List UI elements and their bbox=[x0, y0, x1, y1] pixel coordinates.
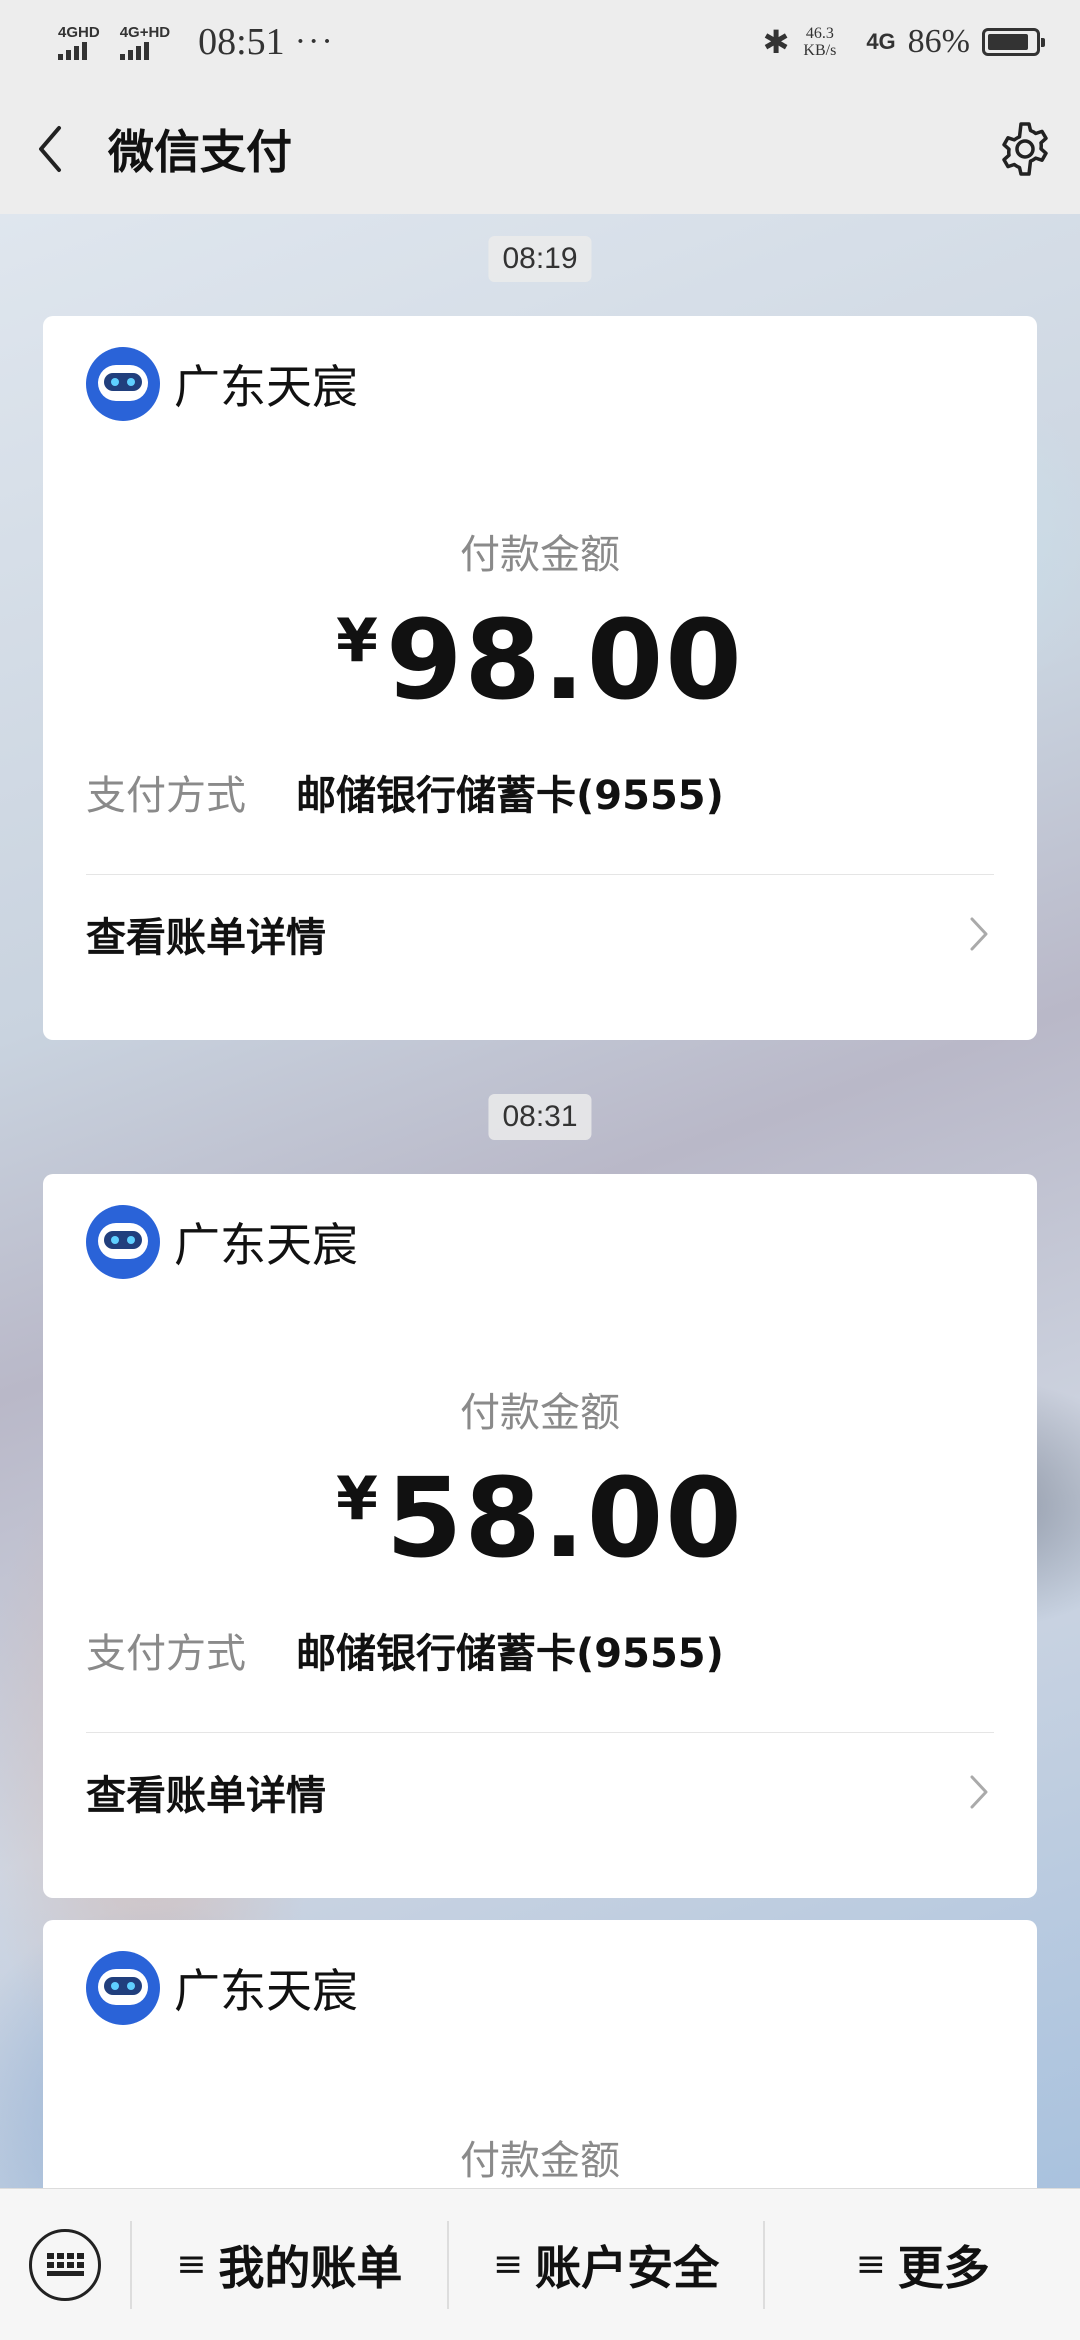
merchant-row: 广东天宸 bbox=[43, 1920, 1037, 2056]
view-bill-details-link[interactable]: 查看账单详情 bbox=[43, 875, 1037, 992]
chevron-left-icon bbox=[39, 126, 61, 172]
amount-label: 付款金额 bbox=[460, 532, 620, 578]
payment-card[interactable]: 广东天宸 付款金额 ¥ 58.00 支付方式 邮储银行储蓄卡(9555) 查看账… bbox=[43, 1174, 1037, 1898]
page-title: 微信支付 bbox=[108, 125, 292, 179]
keyboard-icon bbox=[29, 2228, 101, 2301]
signal-1: 4GHD bbox=[58, 25, 100, 60]
signal-bars-icon bbox=[119, 41, 149, 60]
merchant-row: 广东天宸 bbox=[43, 1174, 1037, 1310]
nav-bar: 微信支付 bbox=[0, 84, 1080, 214]
merchant-name: 广东天宸 bbox=[174, 1218, 358, 1272]
payment-method-value: 邮储银行储蓄卡(9555) bbox=[296, 1631, 724, 1677]
payment-method-row: 支付方式 邮储银行储蓄卡(9555) bbox=[43, 762, 1037, 822]
currency-symbol: ¥ bbox=[336, 1464, 378, 1534]
message-timestamp: 08:31 bbox=[488, 1094, 592, 1140]
amount-value: 98.00 bbox=[385, 596, 744, 724]
battery-icon bbox=[982, 28, 1045, 56]
status-right: ✱ 46.3 KB/s 4G 86% bbox=[762, 23, 1045, 61]
merchant-name: 广东天宸 bbox=[174, 1964, 358, 2018]
keyboard-button[interactable] bbox=[0, 2189, 130, 2340]
menu-list-icon: ≡ bbox=[492, 2244, 524, 2285]
gear-icon bbox=[1002, 122, 1048, 176]
merchant-avatar bbox=[86, 1205, 160, 1279]
menu-label: 我的账单 bbox=[218, 2240, 403, 2295]
merchant-avatar bbox=[86, 347, 160, 421]
menu-more[interactable]: ≡ 更多 bbox=[763, 2220, 1080, 2309]
battery-percent: 86% bbox=[907, 23, 970, 60]
menu-label: 更多 bbox=[897, 2240, 990, 2295]
amount-label: 付款金额 bbox=[460, 1390, 620, 1436]
network-speed-value: 46.3 bbox=[805, 25, 834, 42]
view-bill-details-label: 查看账单详情 bbox=[86, 1772, 326, 1819]
menu-list-icon: ≡ bbox=[855, 2244, 886, 2285]
menu-my-bills[interactable]: ≡ 我的账单 bbox=[130, 2220, 447, 2309]
message-timestamp: 08:19 bbox=[488, 236, 592, 282]
payment-method-row: 支付方式 邮储银行储蓄卡(9555) bbox=[43, 1620, 1037, 1680]
signal-2-label: 4G+HD bbox=[119, 23, 171, 41]
merchant-name: 广东天宸 bbox=[174, 360, 358, 414]
status-left: 4GHD 4G+HD 08:51 ··· bbox=[58, 20, 335, 64]
signal-1-label: 4GHD bbox=[58, 23, 100, 41]
network-speed: 46.3 KB/s bbox=[803, 25, 836, 59]
settings-button[interactable] bbox=[970, 84, 1080, 214]
status-more-dots: ··· bbox=[294, 23, 335, 60]
payment-card[interactable]: 广东天宸 付款金额 bbox=[43, 1920, 1037, 2188]
chevron-right-icon bbox=[964, 914, 994, 954]
status-time: 08:51 bbox=[198, 21, 285, 63]
currency-symbol: ¥ bbox=[336, 606, 378, 676]
amount: ¥ 98.00 bbox=[43, 600, 1037, 720]
battery-fill bbox=[988, 34, 1028, 50]
merchant-row: 广东天宸 bbox=[43, 316, 1037, 452]
view-bill-details-label: 查看账单详情 bbox=[86, 914, 326, 961]
signal-bars-icon bbox=[58, 41, 87, 60]
status-bar: 4GHD 4G+HD 08:51 ··· ✱ 46.3 KB/s 4G 86% bbox=[0, 0, 1080, 84]
bluetooth-icon: ✱ bbox=[762, 23, 790, 61]
back-button[interactable] bbox=[0, 84, 100, 214]
menu-account-security[interactable]: ≡ 账户安全 bbox=[446, 2220, 764, 2309]
view-bill-details-link[interactable]: 查看账单详情 bbox=[43, 1733, 1037, 1850]
menu-label: 账户安全 bbox=[535, 2240, 720, 2295]
payment-method-value: 邮储银行储蓄卡(9555) bbox=[296, 773, 724, 819]
payment-method-label: 支付方式 bbox=[86, 1631, 246, 1677]
chevron-right-icon bbox=[964, 1772, 994, 1812]
amount-value: 58.00 bbox=[385, 1454, 744, 1582]
merchant-avatar bbox=[86, 1951, 160, 2025]
signal-2: 4G+HD bbox=[119, 23, 171, 60]
payment-method-label: 支付方式 bbox=[86, 773, 246, 819]
amount-label: 付款金额 bbox=[460, 2138, 620, 2184]
amount: ¥ 58.00 bbox=[43, 1458, 1037, 1578]
menu-list-icon: ≡ bbox=[176, 2244, 207, 2285]
bottom-menu-bar: ≡ 我的账单 ≡ 账户安全 ≡ 更多 bbox=[0, 2188, 1080, 2340]
network-speed-unit: KB/s bbox=[803, 42, 837, 59]
payment-card[interactable]: 广东天宸 付款金额 ¥ 98.00 支付方式 邮储银行储蓄卡(9555) 查看账… bbox=[43, 316, 1037, 1040]
network-type: 4G bbox=[866, 29, 896, 54]
